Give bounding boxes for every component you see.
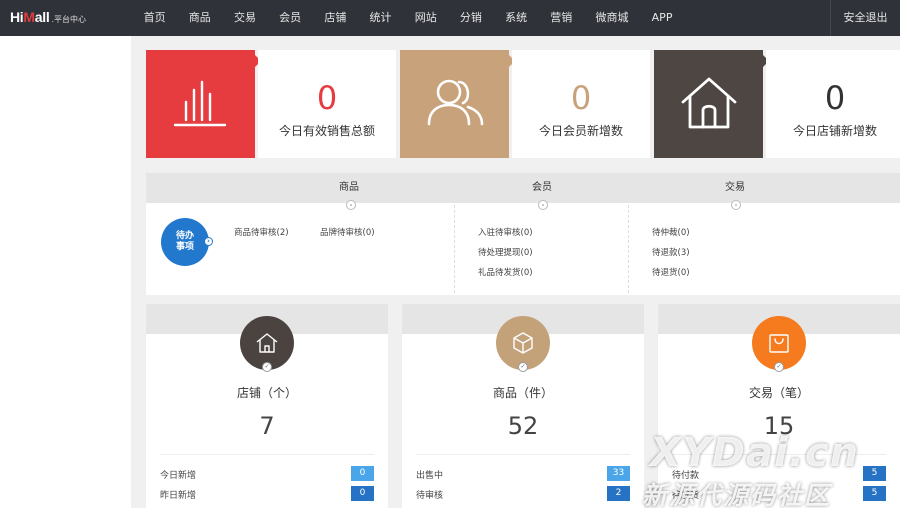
- nav-item-trade[interactable]: 交易: [222, 0, 267, 36]
- pin-icon: [346, 200, 356, 210]
- count-badge[interactable]: 5: [863, 466, 886, 481]
- stat-label: 今日店铺新增数: [792, 124, 877, 138]
- summary-row: 待发货 5: [672, 486, 886, 502]
- logo-subtitle: .平台中心: [51, 15, 86, 24]
- summary-card-trade: ✓ 交易（笔） 15 待付款 5 待发货 5: [658, 304, 900, 508]
- nav-item-stores[interactable]: 店铺: [313, 0, 358, 36]
- summary-row: 待付款 5: [672, 466, 886, 482]
- nav-item-statistics[interactable]: 统计: [358, 0, 403, 36]
- divider: [454, 205, 455, 293]
- nav-item-products[interactable]: 商品: [177, 0, 222, 36]
- pin-icon: [731, 200, 741, 210]
- todo-link-settle-review[interactable]: 入驻待审核(0): [478, 226, 533, 238]
- todo-badge: 待办 事项 ›: [161, 218, 213, 266]
- todo-link-brand-review[interactable]: 品牌待审核(0): [320, 226, 375, 238]
- nav-item-marketing[interactable]: 营销: [539, 0, 584, 36]
- nav-item-app[interactable]: APP: [640, 0, 684, 36]
- count-badge[interactable]: 33: [607, 466, 630, 481]
- todo-column-title-products: 商品: [339, 182, 359, 193]
- todo-link-gift-shipping[interactable]: 礼品待发货(0): [478, 266, 533, 278]
- logout-button[interactable]: 安全退出: [830, 0, 900, 36]
- summary-card-stores: ✓ 店铺（个） 7 今日新增 0 昨日新增 0: [146, 304, 388, 508]
- count-badge[interactable]: 2: [607, 486, 630, 501]
- pin-icon: [538, 200, 548, 210]
- count-badge[interactable]: 5: [863, 486, 886, 501]
- summary-row: 今日新增 0: [160, 466, 374, 482]
- todo-link-refund[interactable]: 待退款(3): [652, 246, 690, 258]
- top-navbar: HiMall .平台中心 首页 商品 交易 会员 店铺 统计 网站 分销 系统 营…: [0, 0, 900, 36]
- nav-item-system[interactable]: 系统: [494, 0, 539, 36]
- main-nav: 首页 商品 交易 会员 店铺 统计 网站 分销 系统 营销 微商城 APP: [132, 0, 684, 36]
- nav-item-members[interactable]: 会员: [268, 0, 313, 36]
- todo-panel: 商品 会员 交易 待办 事项 › 商品待审核(2) 品牌待审核(0) 入驻待审核…: [146, 173, 900, 295]
- todo-column-title-trade: 交易: [725, 182, 745, 193]
- summary-row: 昨日新增 0: [160, 486, 374, 502]
- todo-link-withdrawal[interactable]: 待处理提现(0): [478, 246, 533, 258]
- todo-header: [146, 173, 900, 203]
- summary-row: 待审核 2: [416, 486, 630, 502]
- summary-title: 商品（件）: [492, 386, 553, 400]
- stat-label: 今日有效销售总额: [278, 124, 375, 138]
- todo-link-product-review[interactable]: 商品待审核(2): [234, 226, 289, 238]
- nav-item-home[interactable]: 首页: [132, 0, 177, 36]
- summary-total: 7: [259, 412, 275, 440]
- todo-column-title-members: 会员: [532, 182, 552, 193]
- divider: [160, 454, 374, 455]
- summary-card-products: ✓ 商品（件） 52 出售中 33 待审核 2: [402, 304, 644, 508]
- check-icon: ✓: [774, 362, 784, 372]
- stat-value: 0: [316, 79, 338, 117]
- nav-item-website[interactable]: 网站: [403, 0, 448, 36]
- summary-title: 店铺（个）: [236, 386, 297, 400]
- stat-value: 0: [824, 79, 846, 117]
- todo-link-return[interactable]: 待退货(0): [652, 266, 690, 278]
- count-badge[interactable]: 0: [351, 466, 374, 481]
- divider: [628, 205, 629, 293]
- summary-row: 出售中 33: [416, 466, 630, 482]
- stat-label: 今日会员新增数: [538, 124, 623, 138]
- sidebar: [0, 36, 131, 508]
- logo[interactable]: HiMall .平台中心: [0, 0, 131, 36]
- nav-item-distribution[interactable]: 分销: [448, 0, 493, 36]
- nav-item-wechat-mall[interactable]: 微商城: [584, 0, 640, 36]
- summary-total: 15: [763, 412, 795, 440]
- summary-title: 交易（笔）: [748, 386, 809, 400]
- stat-value: 0: [570, 79, 592, 117]
- summary-total: 52: [507, 412, 539, 440]
- divider: [416, 454, 630, 455]
- todo-link-arbitration[interactable]: 待仲裁(0): [652, 226, 690, 238]
- chevron-right-icon: ›: [204, 237, 213, 246]
- count-badge[interactable]: 0: [351, 486, 374, 501]
- check-icon: ✓: [518, 362, 528, 372]
- divider: [672, 454, 886, 455]
- check-icon: ✓: [262, 362, 272, 372]
